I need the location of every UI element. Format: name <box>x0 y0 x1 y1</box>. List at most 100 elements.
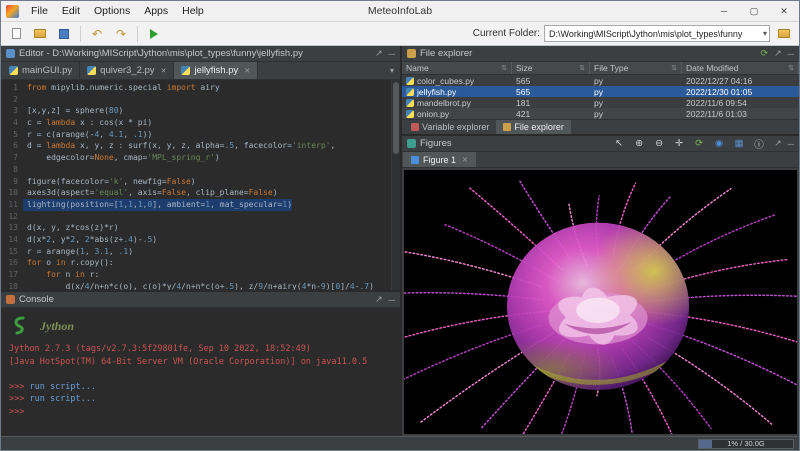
line-number: 10 <box>1 187 23 199</box>
memory-indicator[interactable]: 1% / 30.0G <box>698 439 794 449</box>
scrollbar-thumb[interactable] <box>393 82 399 154</box>
console-output[interactable]: Jython Jython 2.7.3 (tags/v2.7.3:5f29801… <box>1 308 400 436</box>
code-line[interactable]: 11lighting(position=[1,1,1,0], ambient=1… <box>1 199 391 211</box>
code-line[interactable]: 8 <box>1 164 391 176</box>
menu-item-file[interactable]: File <box>24 1 55 21</box>
editor-scrollbar[interactable] <box>391 80 400 290</box>
code-text: lighting(position=[1,1,1,0], ambient=1, … <box>23 199 292 211</box>
close-window-button[interactable]: ✕ <box>769 1 799 21</box>
select-tool-icon[interactable]: ↖ <box>612 138 626 149</box>
code-line[interactable]: 16for o in r.copy(): <box>1 257 391 269</box>
tab-file-explorer[interactable]: File explorer <box>496 120 571 134</box>
close-tab-icon[interactable]: ✕ <box>244 67 250 75</box>
minimize-panel-icon[interactable]: ─ <box>788 49 794 59</box>
file-explorer-title: File explorer <box>420 48 472 59</box>
undo-button[interactable]: ↶ <box>87 24 107 44</box>
code-line[interactable]: 9figure(facecolor='k', newfig=False) <box>1 176 391 188</box>
file-explorer-buttons: ⟳ ↗ ─ <box>761 48 794 59</box>
line-number: 6 <box>1 140 23 152</box>
minimize-window-button[interactable]: ─ <box>709 1 739 21</box>
file-type: py <box>590 76 682 86</box>
current-folder-combobox[interactable]: D:\Working\MIScript\Jython\mis\plot_type… <box>544 25 770 42</box>
code-line[interactable]: 18 d(x/4/n+n*c(o), c(o)*y/4/n+n*c(o+.5),… <box>1 281 391 290</box>
menu-item-help[interactable]: Help <box>175 1 211 21</box>
column-header-name[interactable]: Name⇅ <box>402 62 512 74</box>
code-line[interactable]: 6d = lambda x, y, z : surf(x, y, z, alph… <box>1 140 391 152</box>
menu-item-apps[interactable]: Apps <box>137 1 175 21</box>
console-icon <box>6 295 15 304</box>
column-header-date-modified[interactable]: Date Modified⇅ <box>682 62 799 74</box>
titlebar: FileEditOptionsAppsHelp MeteoInfoLab ─ ▢… <box>1 1 799 22</box>
code-line[interactable]: 1from mipylib.numeric.special import air… <box>1 82 391 94</box>
code-text: d(x*2, y*2, 2*abs(z+.4)-.5) <box>23 234 157 246</box>
column-header-file-type[interactable]: File Type⇅ <box>590 62 682 74</box>
pan-icon[interactable]: ✛ <box>672 138 686 149</box>
info-icon[interactable]: ⓘ <box>752 137 766 151</box>
code-line[interactable]: 4c = lambda x : cos(x * pi) <box>1 117 391 129</box>
code-line[interactable]: 2 <box>1 94 391 106</box>
line-number: 17 <box>1 269 23 281</box>
editor-tab-jellyfish-py[interactable]: jellyfish.py ✕ <box>174 62 258 79</box>
jython-snake-icon <box>9 315 35 337</box>
tab-list-chevron-icon[interactable]: ▾ <box>384 66 400 75</box>
editor-panel-title: Editor - D:\Working\MIScript\Jython\mis\… <box>19 48 303 59</box>
globe-icon[interactable]: ◉ <box>712 138 726 149</box>
code-line[interactable]: 5r = c(arange(-4, 4.1, .1)) <box>1 129 391 141</box>
float-panel-icon[interactable]: ↗ <box>375 48 383 59</box>
code-line[interactable]: 17 for n in r: <box>1 269 391 281</box>
column-header-size[interactable]: Size⇅ <box>512 62 590 74</box>
close-tab-icon[interactable]: ✕ <box>161 67 167 75</box>
code-area[interactable]: 1from mipylib.numeric.special import air… <box>1 80 391 290</box>
line-number: 1 <box>1 82 23 94</box>
console-panel-header: Console ↗ ─ <box>1 292 400 308</box>
float-panel-icon[interactable]: ↗ <box>774 48 782 59</box>
window-controls: ─ ▢ ✕ <box>709 1 799 21</box>
file-row[interactable]: jellyfish.py565py2022/12/30 01:05 <box>402 86 799 97</box>
python-file-icon <box>181 66 190 75</box>
code-editor[interactable]: 1from mipylib.numeric.special import air… <box>1 80 400 290</box>
code-line[interactable]: 3[x,y,z] = sphere(80) <box>1 105 391 117</box>
figure-icon <box>411 156 419 164</box>
zoom-in-icon[interactable]: ⊕ <box>632 138 646 149</box>
minimize-panel-icon[interactable]: ─ <box>389 49 395 59</box>
code-line[interactable]: 12 <box>1 211 391 223</box>
menu-item-edit[interactable]: Edit <box>55 1 87 21</box>
console-panel: Console ↗ ─ Jython Jython 2.7.3 (tags/v2… <box>1 290 400 436</box>
editor-tab-maingui-py[interactable]: mainGUI.py <box>2 62 80 79</box>
code-line[interactable]: 10axes3d(aspect='equal', axis=False, cli… <box>1 187 391 199</box>
menu-item-options[interactable]: Options <box>87 1 137 21</box>
float-panel-icon[interactable]: ↗ <box>774 138 782 149</box>
open-file-button[interactable] <box>30 24 50 44</box>
refresh-icon[interactable]: ⟳ <box>761 48 769 59</box>
code-line[interactable]: 14d(x*2, y*2, 2*abs(z+.4)-.5) <box>1 234 391 246</box>
grid-icon[interactable]: ▦ <box>732 138 746 149</box>
file-size: 565 <box>512 87 590 97</box>
file-row[interactable]: color_cubes.py565py2022/12/27 04:16 <box>402 75 799 86</box>
tab-figure-1[interactable]: Figure 1 ✕ <box>403 152 476 167</box>
file-table-header: Name⇅Size⇅File Type⇅Date Modified⇅ <box>402 62 799 75</box>
file-row[interactable]: mandelbrot.py181py2022/11/6 09:54 <box>402 97 799 108</box>
float-panel-icon[interactable]: ↗ <box>375 294 383 305</box>
close-figure-icon[interactable]: ✕ <box>462 156 468 164</box>
code-line[interactable]: 7 edgecolor=None, cmap='MPL_spring_r') <box>1 152 391 164</box>
code-line[interactable]: 13d(x, y, z*cos(z)*r) <box>1 222 391 234</box>
rotate-icon[interactable]: ⟳ <box>692 138 706 149</box>
tab-variable-explorer[interactable]: Variable explorer <box>404 120 496 134</box>
new-file-button[interactable] <box>6 24 26 44</box>
tab-label: jellyfish.py <box>194 65 238 76</box>
run-script-button[interactable] <box>144 24 164 44</box>
save-file-button[interactable] <box>54 24 74 44</box>
minimize-panel-icon[interactable]: ─ <box>389 295 395 305</box>
editor-tab-quiver3-2-py[interactable]: quiver3_2.py✕ <box>80 62 174 79</box>
code-line[interactable]: 15r = arange(1, 3.1, .1) <box>1 246 391 258</box>
file-row[interactable]: onion.py421py2022/11/6 01:03 <box>402 108 799 119</box>
file-size: 421 <box>512 109 590 119</box>
zoom-out-icon[interactable]: ⊖ <box>652 138 666 149</box>
current-folder-label: Current Folder: <box>473 28 540 39</box>
browse-folder-button[interactable] <box>774 24 794 44</box>
main-area: Editor - D:\Working\MIScript\Jython\mis\… <box>1 46 799 436</box>
maximize-window-button[interactable]: ▢ <box>739 1 769 21</box>
figure-canvas[interactable] <box>404 170 797 434</box>
minimize-panel-icon[interactable]: ─ <box>788 139 794 149</box>
redo-button[interactable]: ↷ <box>111 24 131 44</box>
